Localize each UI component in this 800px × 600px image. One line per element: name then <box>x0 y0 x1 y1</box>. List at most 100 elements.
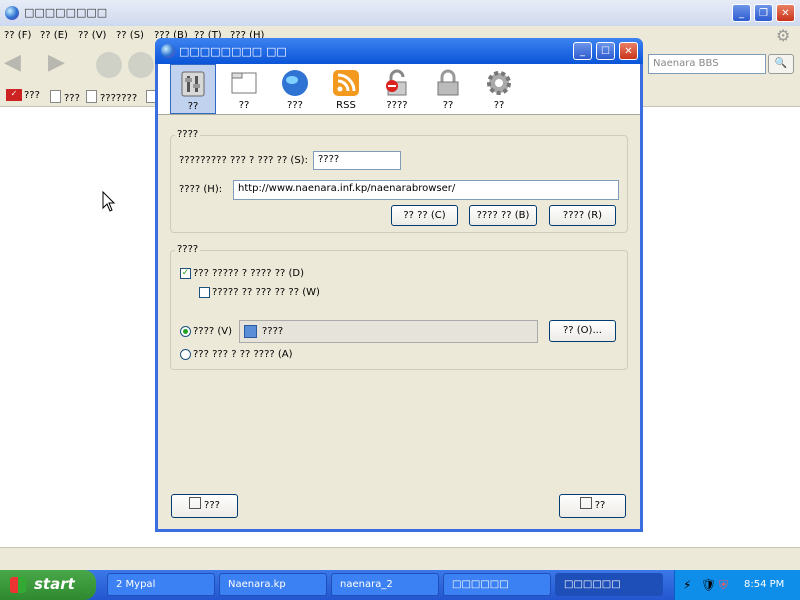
bookmark-item[interactable]: ??????? <box>86 90 137 104</box>
page-icon <box>86 90 97 103</box>
restore-default-button[interactable]: ???? (R) <box>549 205 616 226</box>
group-title: ???? <box>175 129 201 140</box>
pane-label: RSS <box>336 100 356 111</box>
dialog-body: ?? ?? ??? RSS ???? ?? ?? ???? ????????? … <box>158 64 640 529</box>
default-browser-label: ??? ????? ? ???? ?? (D) <box>193 268 305 279</box>
folder-app-icon <box>244 325 257 338</box>
browser-globe-icon <box>5 6 19 20</box>
task-label: naenara_2 <box>340 579 393 590</box>
stop-icon[interactable] <box>128 52 154 78</box>
pane-advanced[interactable]: ?? <box>476 64 522 114</box>
use-radio-label: ???? (V) <box>193 326 233 337</box>
dialog-minimize-button[interactable]: _ <box>573 42 592 60</box>
choose-folder-button[interactable]: ?? (O)... <box>549 320 616 342</box>
forward-arrow-icon[interactable]: ▶ <box>48 50 65 75</box>
globe-content-icon <box>282 70 308 96</box>
bookmark-label: ??????? <box>100 93 138 104</box>
calculator-icon <box>579 497 592 509</box>
dialog-title: □□□□□□□□ □□ <box>179 45 287 58</box>
pane-rss[interactable]: RSS <box>323 64 369 114</box>
status-bar <box>0 547 800 570</box>
ask-radio[interactable] <box>180 349 191 360</box>
tray-alert-icon[interactable]: ⛨ <box>719 578 728 593</box>
default-browser-group: ???? ✓ ??? ????? ? ???? ?? (D) ????? ?? … <box>170 244 628 370</box>
options-dialog: □□□□□□□□ □□ _ ☐ ✕ ?? ?? ??? RSS ???? ?? … <box>155 38 643 532</box>
maximize-button[interactable]: ❐ <box>754 4 773 22</box>
taskbar-item-browser[interactable]: □□□□□□ <box>443 573 551 596</box>
group-title: ???? <box>175 244 201 255</box>
pane-security[interactable]: ?? <box>425 64 471 114</box>
mouse-cursor-icon <box>102 191 116 212</box>
minimize-button[interactable]: _ <box>732 4 751 22</box>
bookmark-item[interactable]: ??? <box>50 90 80 104</box>
taskbar-item-folder[interactable]: naenara_2 <box>331 573 439 596</box>
menu-file[interactable]: ?? (F) <box>4 30 31 41</box>
pane-general[interactable]: ?? <box>170 64 216 114</box>
encoding-field[interactable]: ???? <box>313 151 401 170</box>
download-folder-field[interactable]: ???? <box>239 320 538 343</box>
help-button[interactable]: ??? <box>171 494 238 518</box>
warn-label: ????? ?? ??? ?? ?? (W) <box>212 287 320 298</box>
back-arrow-icon[interactable]: ◀ <box>4 50 21 75</box>
start-label: start <box>34 575 75 593</box>
pane-label: ?? <box>187 101 199 112</box>
close-button[interactable]: ✕ <box>776 4 795 22</box>
homepage-label: ???? (H): <box>179 184 223 195</box>
pane-content[interactable]: ??? <box>272 64 318 114</box>
dialog-titlebar: □□□□□□□□ □□ _ ☐ ✕ <box>155 38 643 64</box>
download-folder-value: ???? <box>262 326 284 337</box>
menu-go[interactable]: ?? (S) <box>116 30 144 41</box>
use-current-page-button[interactable]: ?? ?? (C) <box>391 205 458 226</box>
calculator-icon <box>189 497 202 509</box>
advanced-gear-icon <box>487 71 511 95</box>
menu-edit[interactable]: ?? (E) <box>40 30 68 41</box>
pane-label: ?? <box>493 100 505 111</box>
warn-checkbox[interactable] <box>199 287 210 298</box>
privacy-lock-icon <box>386 69 407 96</box>
dialog-maximize-button[interactable]: ☐ <box>596 42 615 60</box>
taskbar-item-folder[interactable]: Naenara.kp <box>219 573 327 596</box>
pane-label: ?? <box>238 100 250 111</box>
windows-logo-icon <box>10 577 26 593</box>
dialog-globe-icon <box>161 44 175 58</box>
use-bookmark-button[interactable]: ???? ?? (B) <box>469 205 537 226</box>
page-icon <box>50 90 61 103</box>
reload-icon[interactable] <box>96 52 122 78</box>
pane-tabs[interactable]: ?? <box>221 64 267 114</box>
help-button-label: ??? <box>204 500 220 511</box>
bookmark-logo-icon[interactable]: ✓ <box>6 89 22 101</box>
general-switch-icon <box>181 71 205 97</box>
bookmark-label: ??? <box>64 93 80 104</box>
task-label: □□□□□□ <box>564 579 621 590</box>
menu-view[interactable]: ?? (V) <box>78 30 106 41</box>
encoding-label: ????????? ??? ? ??? ?? (S): <box>179 155 308 166</box>
task-label: Naenara.kp <box>228 579 286 590</box>
security-padlock-icon <box>437 69 459 96</box>
close-dialog-button[interactable]: ?? <box>559 494 626 518</box>
default-browser-checkbox[interactable]: ✓ <box>180 268 191 279</box>
taskbar-item-mypal[interactable]: 2 Mypal <box>107 573 215 596</box>
options-pane-toolbar: ?? ?? ??? RSS ???? ?? ?? <box>158 64 640 115</box>
taskbar-item-browser-active[interactable]: □□□□□□ <box>555 573 663 596</box>
rss-feed-icon <box>333 70 359 96</box>
pane-privacy[interactable]: ???? <box>374 64 420 114</box>
tray-shield-icon[interactable]: 🛡 <box>701 578 716 592</box>
use-radio[interactable] <box>180 326 191 337</box>
pane-label: ?? <box>442 100 454 111</box>
search-input[interactable]: Naenara BBS <box>648 54 766 74</box>
task-label: □□□□□□ <box>452 579 509 590</box>
search-icon[interactable]: 🔍 <box>768 54 794 74</box>
dialog-close-button[interactable]: ✕ <box>619 42 638 60</box>
startup-group: ???? ????????? ??? ? ??? ?? (S): ???? ??… <box>170 129 628 233</box>
browser-title: □□□□□□□□ <box>24 6 108 19</box>
throbber-gear-icon: ⚙ <box>776 26 791 45</box>
start-button[interactable]: start <box>0 570 96 600</box>
homepage-url-field[interactable]: http://www.naenara.inf.kp/naenarabrowser… <box>233 180 619 200</box>
ask-radio-label: ??? ??? ? ?? ???? (A) <box>193 349 293 360</box>
pane-label: ??? <box>287 100 303 111</box>
bookmark-item[interactable]: ??? <box>24 90 40 101</box>
browser-titlebar: □□□□□□□□ _ ❐ ✕ <box>0 0 800 26</box>
tray-network-icon[interactable]: ⚡ <box>683 578 691 592</box>
pane-label: ???? <box>386 100 408 111</box>
close-dialog-label: ?? <box>594 500 606 511</box>
